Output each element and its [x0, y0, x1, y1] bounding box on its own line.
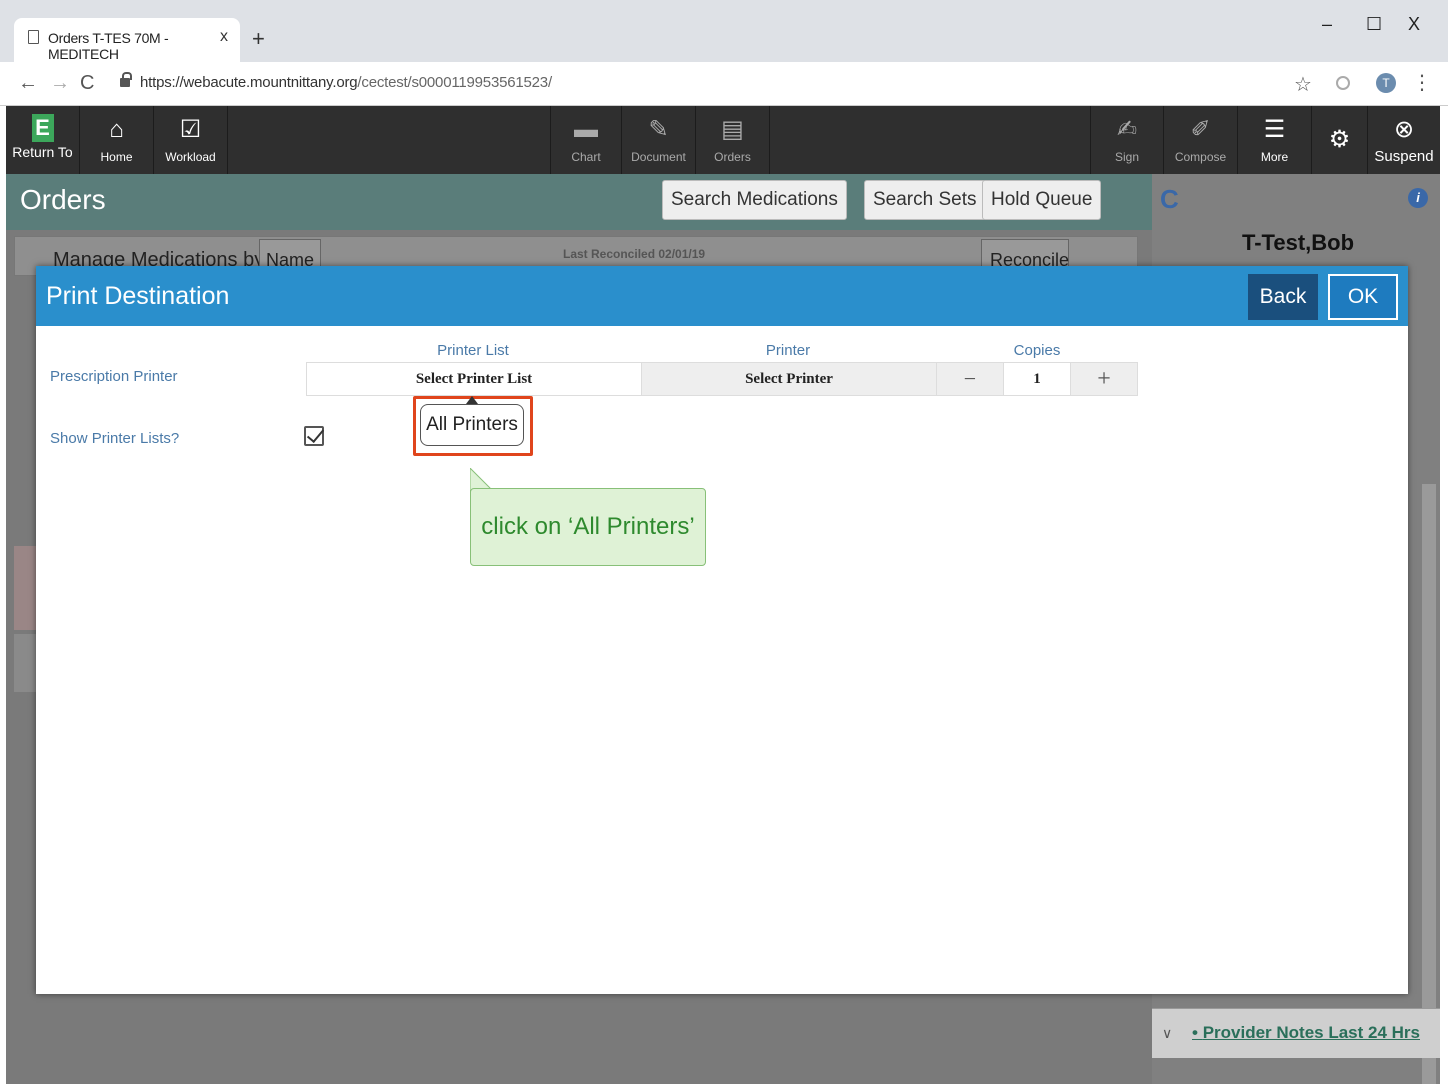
clipboard-check-icon: ☑ [179, 116, 202, 143]
house-icon: ⌂ [109, 116, 124, 143]
back-arrow-icon[interactable]: ← [18, 72, 38, 95]
pencil-icon: ✎ [648, 116, 669, 143]
document-button[interactable]: ✎ Document [622, 106, 696, 174]
url-text: https://webacute.mountnittany.org/cectes… [140, 74, 552, 91]
order-sheet-icon: ▤ [721, 116, 744, 143]
dropdown-pointer-icon [466, 396, 478, 404]
dialog-header: Print Destination Back OK [36, 266, 1408, 326]
search-sets-button[interactable]: Search Sets [864, 180, 986, 220]
tab-title: Orders T-TES 70M - MEDITECH [48, 30, 169, 62]
patient-name: T-Test,Bob [1242, 230, 1355, 255]
last-reconciled-text: Last Reconciled 02/01/19 [563, 247, 706, 261]
return-to-button[interactable]: E Return To [6, 106, 80, 174]
orders-header: Orders Search Medications Search Sets Ho… [6, 174, 1152, 230]
more-button[interactable]: ☰ More [1238, 106, 1312, 174]
address-bar-row: ← → C https://webacute.mountnittany.org/… [0, 62, 1448, 106]
browser-menu-icon[interactable]: ⋮ [1412, 70, 1432, 95]
dialog-title: Print Destination [46, 282, 230, 310]
suspend-button[interactable]: ⊗ Suspend [1368, 106, 1440, 174]
sign-button[interactable]: ✍ Sign [1090, 106, 1164, 174]
instruction-callout: click on ‘All Printers’ [470, 488, 706, 566]
profile-avatar[interactable]: T [1376, 73, 1396, 93]
document-icon [28, 30, 39, 44]
close-window-button[interactable]: X [1408, 14, 1420, 35]
forward-arrow-icon[interactable]: → [50, 72, 70, 95]
printer-column-header: Printer [765, 342, 811, 359]
copies-column-header: Copies [1013, 342, 1061, 359]
printer-list-column-header: Printer List [437, 342, 509, 359]
minimize-button[interactable]: – [1322, 14, 1332, 35]
url-field[interactable]: https://webacute.mountnittany.org/cectes… [112, 70, 1322, 98]
prescription-printer-label: Prescription Printer [50, 368, 178, 385]
compose-button[interactable]: ✐ Compose [1164, 106, 1238, 174]
provider-notes-link[interactable]: • Provider Notes Last 24 Hrs [1192, 1023, 1420, 1043]
chevron-down-icon[interactable]: ∨ [1162, 1025, 1172, 1042]
maximize-button[interactable]: ☐ [1366, 14, 1382, 35]
print-destination-dialog: Print Destination Back OK Prescription P… [36, 266, 1408, 994]
chart-button[interactable]: ▬ Chart [550, 106, 622, 174]
gear-icon: ⚙ [1328, 126, 1351, 153]
app-toolbar: E Return To ⌂ Home ☑ Workload ▬ Chart ✎ … [6, 106, 1440, 174]
folder-icon: ▬ [574, 116, 598, 143]
copies-increment-button[interactable]: + [1070, 362, 1138, 396]
copies-decrement-button[interactable]: − [936, 362, 1004, 396]
page-title: Orders [20, 184, 106, 215]
panel-scrollbar[interactable] [1422, 484, 1436, 1084]
list-icon: ☰ [1263, 116, 1286, 143]
home-button[interactable]: ⌂ Home [80, 106, 154, 174]
tab-close-icon[interactable]: x [220, 28, 228, 46]
signature-icon: ✍ [1116, 116, 1138, 143]
show-printer-lists-checkbox[interactable] [304, 426, 324, 446]
browser-tab[interactable]: Orders T-TES 70M - MEDITECH x [14, 18, 240, 62]
expanse-logo-icon: E [31, 114, 54, 142]
new-tab-button[interactable]: + [252, 26, 265, 52]
workload-button[interactable]: ☑ Workload [154, 106, 228, 174]
left-row-strip [14, 546, 38, 630]
search-medications-button[interactable]: Search Medications [662, 180, 847, 220]
bookmark-star-icon[interactable]: ☆ [1294, 72, 1312, 97]
extension-icon[interactable] [1336, 76, 1350, 90]
hold-queue-button[interactable]: Hold Queue [982, 180, 1102, 220]
close-circle-icon: ⊗ [1393, 116, 1415, 143]
settings-button[interactable]: ⚙ [1312, 106, 1368, 174]
all-printers-option[interactable]: All Printers [420, 404, 524, 446]
browser-tab-bar: Orders T-TES 70M - MEDITECH x + – ☐ X [0, 0, 1448, 62]
printer-select[interactable]: Select Printer [641, 362, 937, 396]
show-printer-lists-label: Show Printer Lists? [50, 430, 180, 447]
compose-icon: ✐ [1190, 116, 1211, 143]
copies-value[interactable]: 1 [1003, 362, 1071, 396]
back-button[interactable]: Back [1248, 274, 1318, 320]
info-icon[interactable]: i [1408, 188, 1428, 208]
refresh-icon[interactable]: C [1160, 184, 1179, 215]
ok-button[interactable]: OK [1328, 274, 1398, 320]
return-to-label: Return To [12, 144, 73, 160]
left-row-strip [14, 634, 38, 692]
printer-list-select[interactable]: Select Printer List [306, 362, 642, 396]
reload-icon[interactable]: C [80, 72, 94, 95]
orders-button[interactable]: ▤ Orders [696, 106, 770, 174]
lock-icon [120, 72, 132, 88]
provider-notes-row[interactable]: ∨ • Provider Notes Last 24 Hrs [1152, 1008, 1440, 1058]
